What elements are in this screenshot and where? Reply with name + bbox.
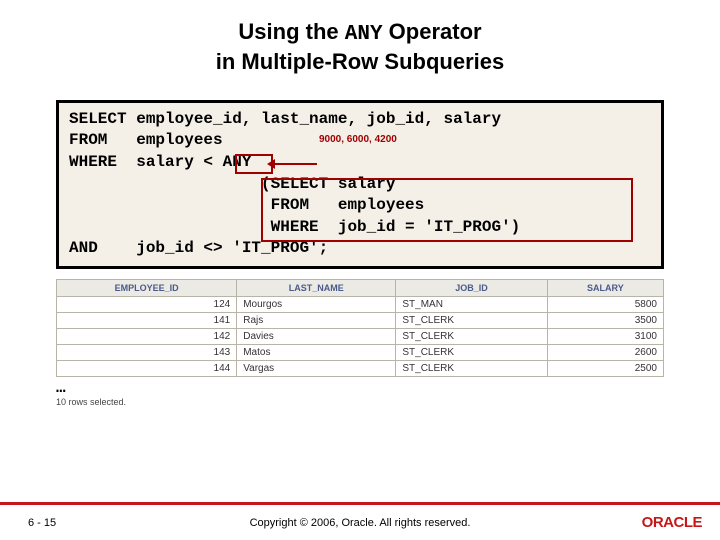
- col-header: LAST_NAME: [237, 279, 396, 296]
- arrow-icon: [273, 163, 317, 165]
- title-line1-post: Operator: [383, 19, 482, 44]
- row-count-label: 10 rows selected.: [56, 397, 664, 407]
- sql-line-1: SELECT employee_id, last_name, job_id, s…: [69, 109, 651, 131]
- sql-line-3: WHERE salary < ANY: [69, 152, 651, 174]
- table-row: 143 Matos ST_CLERK 2600: [57, 344, 664, 360]
- title-line1-pre: Using the: [238, 19, 344, 44]
- sql-line-7: AND job_id <> 'IT_PROG';: [69, 238, 651, 260]
- page-number: 6 - 15: [28, 517, 56, 529]
- sql-code-box: SELECT employee_id, last_name, job_id, s…: [56, 100, 664, 269]
- results-panel: EMPLOYEE_ID LAST_NAME JOB_ID SALARY 124 …: [56, 279, 664, 377]
- title-line1-mono: ANY: [345, 23, 383, 46]
- sql-line-4: (SELECT salary: [69, 174, 651, 196]
- copyright-text: Copyright © 2006, Oracle. All rights res…: [0, 517, 720, 529]
- col-header: SALARY: [547, 279, 663, 296]
- title-line2: in Multiple-Row Subqueries: [0, 48, 720, 76]
- table-row: 124 Mourgos ST_MAN 5800: [57, 296, 664, 312]
- slide-footer: 6 - 15 Copyright © 2006, Oracle. All rig…: [0, 502, 720, 540]
- ellipsis: …: [56, 379, 664, 397]
- col-header: EMPLOYEE_ID: [57, 279, 237, 296]
- table-header-row: EMPLOYEE_ID LAST_NAME JOB_ID SALARY: [57, 279, 664, 296]
- results-table: EMPLOYEE_ID LAST_NAME JOB_ID SALARY 124 …: [56, 279, 664, 377]
- table-row: 142 Davies ST_CLERK 3100: [57, 328, 664, 344]
- subquery-result-annotation: 9000, 6000, 4200: [319, 133, 397, 147]
- sql-line-5: FROM employees: [69, 195, 651, 217]
- col-header: JOB_ID: [396, 279, 547, 296]
- table-row: 144 Vargas ST_CLERK 2500: [57, 360, 664, 376]
- oracle-logo: ORACLE: [642, 514, 702, 531]
- sql-line-6: WHERE job_id = 'IT_PROG'): [69, 217, 651, 239]
- table-row: 141 Rajs ST_CLERK 3500: [57, 312, 664, 328]
- slide-title: Using the ANY Operator in Multiple-Row S…: [0, 0, 720, 76]
